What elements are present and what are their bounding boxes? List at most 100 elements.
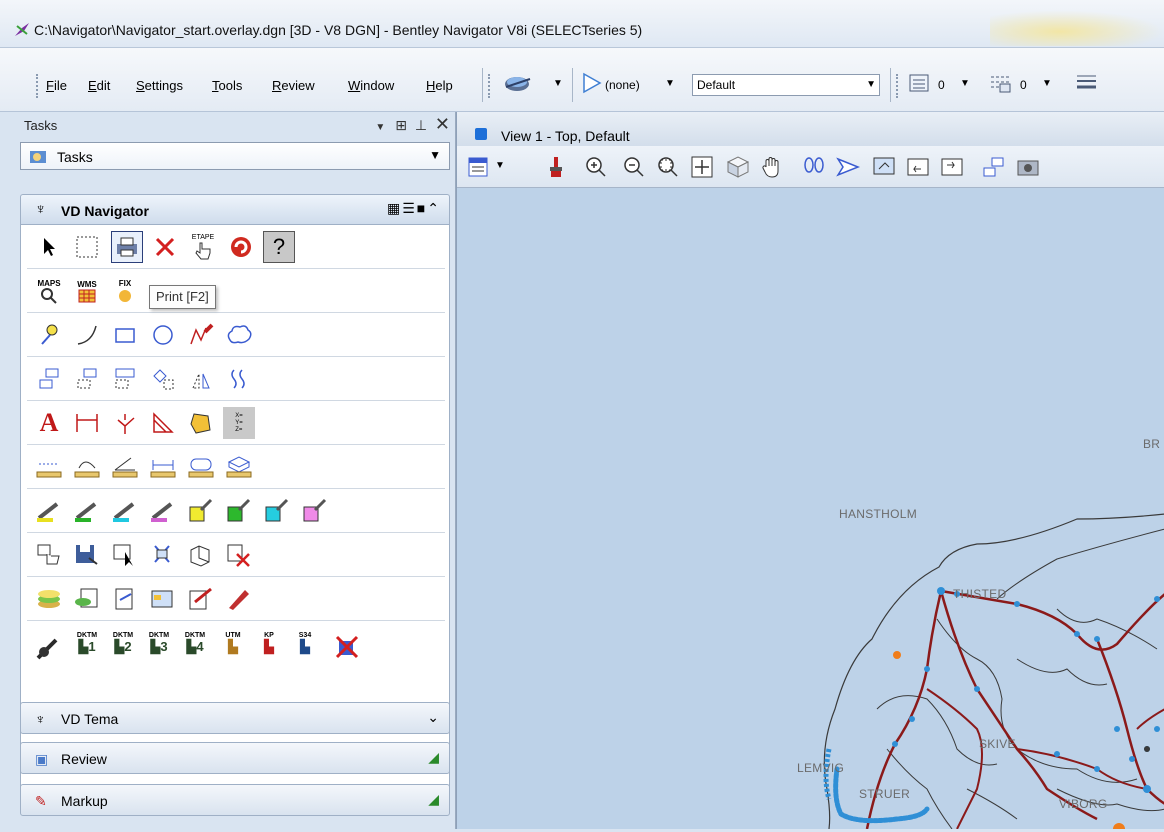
menu-settings[interactable]: Settings (136, 78, 183, 93)
menu-tools[interactable]: Tools (212, 78, 242, 93)
line-weight-button[interactable] (1074, 70, 1100, 96)
markup-pen-tool[interactable] (223, 583, 255, 615)
block-view-icon[interactable]: ■ (417, 200, 427, 216)
pin-icon[interactable]: ⊞ (395, 117, 407, 133)
menubar-grip[interactable] (36, 74, 39, 98)
unpin-icon[interactable]: ⊥ (415, 117, 427, 133)
menu-edit[interactable]: Edit (88, 78, 110, 93)
level-manager-tool[interactable] (71, 583, 103, 615)
element-attributes-button[interactable] (502, 70, 536, 96)
line-style-button[interactable] (988, 70, 1014, 96)
navigate-button[interactable] (833, 152, 863, 182)
area-tool[interactable] (185, 407, 217, 439)
fence-tool[interactable] (71, 231, 103, 263)
menu-window[interactable]: Window (348, 78, 394, 93)
place-arc-tool[interactable] (71, 319, 103, 351)
place-cloud-tool[interactable] (223, 319, 255, 351)
markup-group-header[interactable]: ✎ Markup ◢ (20, 784, 450, 816)
rotate-tool[interactable] (147, 363, 179, 395)
highlight-cyan-tool[interactable] (109, 495, 141, 527)
break-tool[interactable] (223, 363, 255, 395)
menu-review[interactable]: Review (272, 78, 315, 93)
highlight-magenta-tool[interactable] (147, 495, 179, 527)
delete-tool[interactable] (149, 231, 181, 263)
line-style-value[interactable]: 0 (1020, 78, 1027, 92)
dktm3-tool[interactable]: DKTM ▙3 (143, 627, 175, 659)
map-canvas[interactable]: HANSTHOLM THISTED SKIVE LEMVIG STRUER VI… (457, 189, 1164, 832)
fill-green-tool[interactable] (223, 495, 255, 527)
select-element-tool[interactable] (109, 539, 141, 571)
fit-view-button[interactable] (687, 152, 717, 182)
clear-tool[interactable] (223, 539, 255, 571)
tasks-dropdown[interactable]: Tasks ▼ (20, 142, 450, 170)
place-freehand-tool[interactable] (185, 319, 217, 351)
view-attributes-button[interactable] (463, 152, 493, 182)
references-tool[interactable] (109, 583, 141, 615)
models-tool[interactable] (147, 583, 179, 615)
measure-length-tool[interactable] (147, 451, 179, 483)
layers-tool[interactable] (33, 583, 65, 615)
place-circle-tool[interactable] (147, 319, 179, 351)
grid-view-icon[interactable]: ▦ (387, 200, 402, 216)
line-style-dropdown-caret[interactable]: ▼ (1042, 78, 1052, 89)
utm-tool[interactable]: UTM ▙ (217, 627, 249, 659)
place-point-tool[interactable] (33, 319, 65, 351)
place-text-tool[interactable]: A (33, 407, 65, 439)
angle-tool[interactable] (147, 407, 179, 439)
dktm4-tool[interactable]: DKTM ▙4 (179, 627, 211, 659)
move-tool[interactable] (71, 363, 103, 395)
weight-button[interactable] (908, 70, 932, 96)
copy-tool[interactable] (33, 363, 65, 395)
kp2000-tool[interactable]: KP ▙ (253, 627, 285, 659)
menu-help[interactable]: Help (426, 78, 453, 93)
redline-tool[interactable] (185, 583, 217, 615)
save-tool[interactable] (71, 539, 103, 571)
update-view-button[interactable] (541, 152, 571, 182)
survey-tool[interactable] (33, 631, 65, 663)
pick-tool[interactable] (33, 539, 65, 571)
print-tool[interactable] (111, 231, 143, 263)
highlight-green-tool[interactable] (71, 495, 103, 527)
radius-tool[interactable] (109, 407, 141, 439)
copy-view-button[interactable] (979, 152, 1009, 182)
active-level-button[interactable] (582, 70, 602, 96)
camera-button[interactable] (1013, 152, 1043, 182)
attributes-dropdown-caret[interactable]: ▼ (553, 78, 563, 89)
clip-tool[interactable] (147, 539, 179, 571)
measure-radius-tool[interactable] (71, 451, 103, 483)
collapse-icon[interactable]: ⌃ (427, 200, 441, 216)
help-tool[interactable]: ? (263, 231, 295, 263)
view-back-button[interactable] (903, 152, 933, 182)
measure-area-tool[interactable] (185, 451, 217, 483)
measure-angle-tool[interactable] (109, 451, 141, 483)
review-group-header[interactable]: ▣ Review ◢ (20, 742, 450, 774)
view-previous-button[interactable] (869, 152, 899, 182)
section-tool[interactable] (185, 539, 217, 571)
dktm1-tool[interactable]: DKTM ▙1 (71, 627, 103, 659)
fix-tool[interactable]: FIX (109, 275, 141, 307)
menu-file[interactable]: File (46, 78, 67, 93)
maps-tool[interactable]: MAPS (33, 275, 65, 307)
text-style-dropdown[interactable]: Default ▼ (692, 74, 880, 96)
select-tool[interactable] (33, 231, 65, 263)
list-view-icon[interactable]: ☰ (402, 200, 417, 216)
walk-button[interactable] (799, 152, 829, 182)
fill-yellow-tool[interactable] (185, 495, 217, 527)
vd-tema-group-header[interactable]: ♆ VD Tema ⌄ (20, 702, 450, 734)
panel-menu-icon[interactable]: ▼ (375, 122, 385, 133)
no-projection-tool[interactable] (331, 631, 363, 663)
vd-navigator-group-header[interactable]: ♆ VD Navigator ▦☰■⌃ (20, 194, 450, 224)
refresh-tool[interactable] (225, 231, 257, 263)
coordinates-tool[interactable]: X= Y= Z= (223, 407, 255, 439)
zoom-in-button[interactable] (581, 152, 611, 182)
measure-volume-tool[interactable] (223, 451, 255, 483)
scale-tool[interactable] (109, 363, 141, 395)
pan-view-button[interactable] (757, 152, 787, 182)
window-area-button[interactable] (653, 152, 683, 182)
close-icon[interactable]: ✕ (435, 114, 450, 134)
weight-value[interactable]: 0 (938, 78, 945, 92)
rotate-view-button[interactable] (723, 152, 753, 182)
fill-pink-tool[interactable] (299, 495, 331, 527)
s34-tool[interactable]: S34 ▙ (289, 627, 321, 659)
level-value[interactable]: (none) (605, 78, 640, 92)
